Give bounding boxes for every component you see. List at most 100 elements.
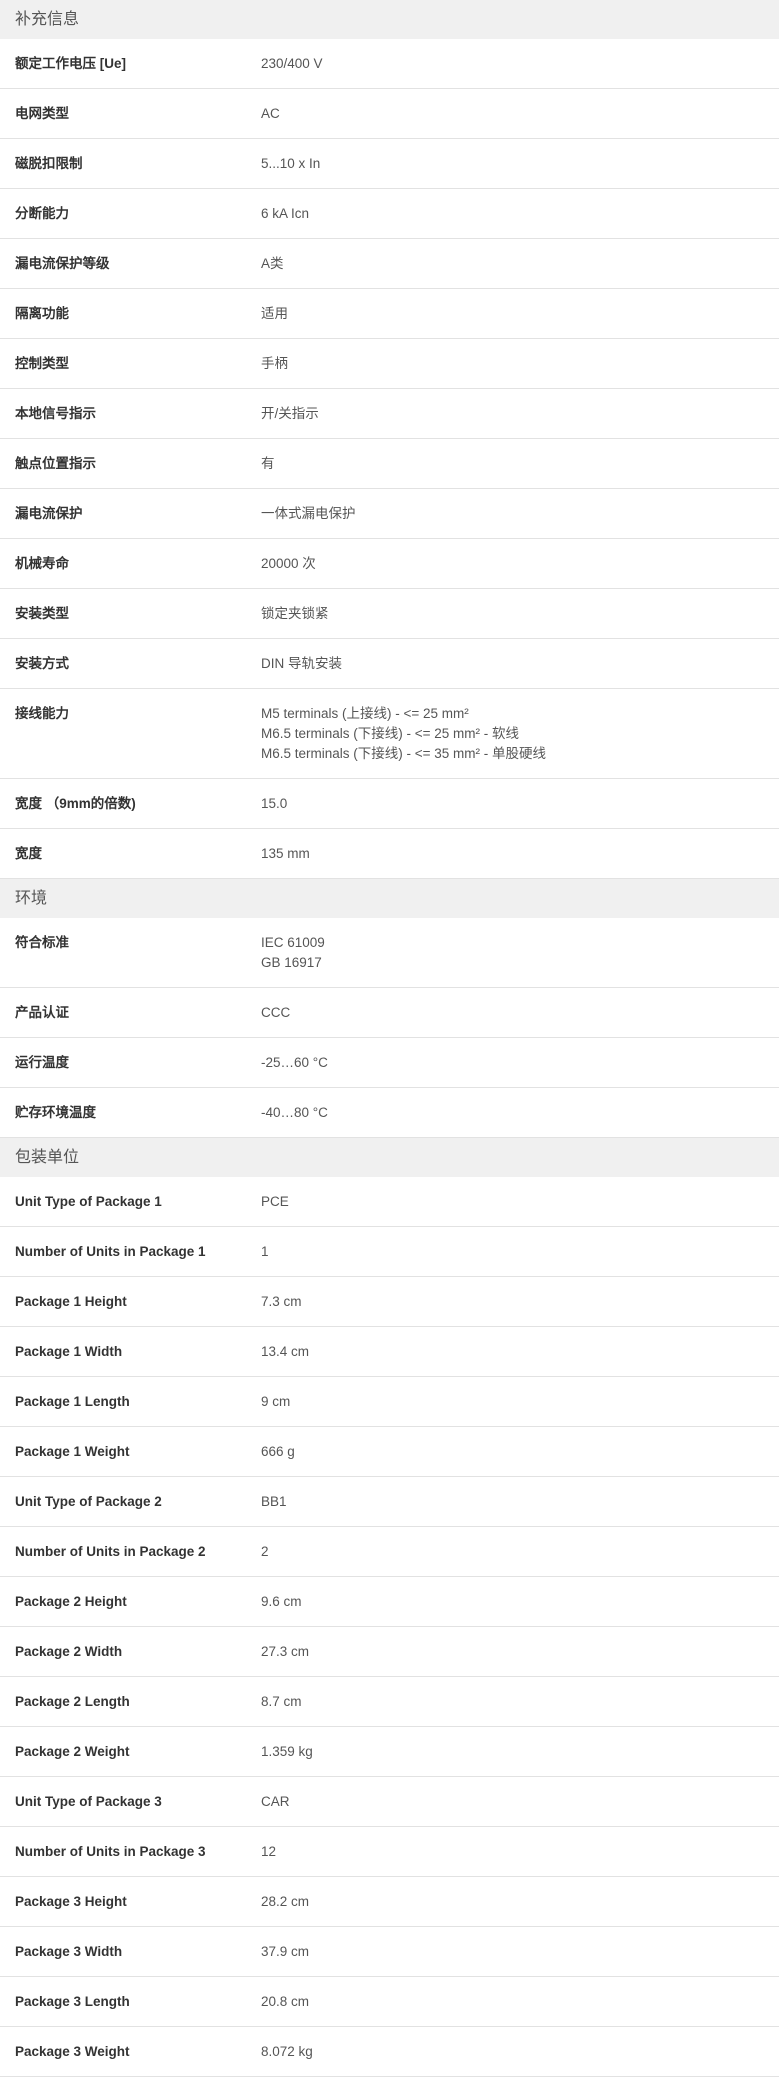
- spec-value: 230/400 V: [261, 54, 779, 74]
- spec-row: Package 2 Height 9.6 cm: [0, 1577, 779, 1627]
- spec-row: 产品认证 CCC: [0, 988, 779, 1038]
- spec-value-line: GB 16917: [261, 955, 322, 970]
- spec-row: Number of Units in Package 2 2: [0, 1527, 779, 1577]
- spec-value: 666 g: [261, 1442, 779, 1462]
- spec-value: 12: [261, 1842, 779, 1862]
- spec-label: 漏电流保护: [15, 506, 83, 521]
- spec-value-line: 8.072 kg: [261, 2044, 313, 2059]
- spec-row: 本地信号指示 开/关指示: [0, 389, 779, 439]
- spec-value-line: 666 g: [261, 1444, 295, 1459]
- spec-label: 贮存环境温度: [15, 1105, 96, 1120]
- spec-label: Number of Units in Package 1: [15, 1244, 206, 1259]
- spec-value: 28.2 cm: [261, 1892, 779, 1912]
- spec-row: Unit Type of Package 1 PCE: [0, 1177, 779, 1227]
- spec-row: Package 2 Width 27.3 cm: [0, 1627, 779, 1677]
- spec-row: Unit Type of Package 2 BB1: [0, 1477, 779, 1527]
- spec-value-line: AC: [261, 106, 280, 121]
- spec-row: 磁脱扣限制 5...10 x In: [0, 139, 779, 189]
- spec-label: Number of Units in Package 2: [15, 1544, 206, 1559]
- spec-row: Package 1 Length 9 cm: [0, 1377, 779, 1427]
- spec-value: 135 mm: [261, 844, 779, 864]
- spec-value-line: 1.359 kg: [261, 1744, 313, 1759]
- spec-value-line: 13.4 cm: [261, 1344, 310, 1359]
- spec-value-line: 手柄: [261, 356, 288, 371]
- spec-value-line: 9.6 cm: [261, 1594, 302, 1609]
- spec-value-line: 12: [261, 1844, 277, 1859]
- spec-label: 本地信号指示: [15, 406, 96, 421]
- spec-label: 隔离功能: [15, 306, 69, 321]
- spec-value-line: -40…80 °C: [261, 1105, 328, 1120]
- spec-value: 2: [261, 1542, 779, 1562]
- spec-label: 额定工作电压 [Ue]: [15, 56, 126, 71]
- spec-value: 手柄: [261, 354, 779, 374]
- spec-value-line: M6.5 terminals (下接线) - <= 35 mm² - 单股硬线: [261, 746, 547, 761]
- spec-value-line: 37.9 cm: [261, 1944, 310, 1959]
- spec-value-line: A类: [261, 256, 284, 271]
- spec-label: Package 1 Weight: [15, 1444, 130, 1459]
- spec-value: -40…80 °C: [261, 1103, 779, 1123]
- spec-label: 符合标准: [15, 935, 69, 950]
- spec-value: 13.4 cm: [261, 1342, 779, 1362]
- spec-value-line: 20000 次: [261, 556, 316, 571]
- spec-label: Unit Type of Package 3: [15, 1794, 162, 1809]
- spec-row: Package 2 Weight 1.359 kg: [0, 1727, 779, 1777]
- spec-label: 运行温度: [15, 1055, 69, 1070]
- spec-row: 额定工作电压 [Ue] 230/400 V: [0, 39, 779, 89]
- spec-label: 电网类型: [15, 106, 69, 121]
- spec-row: 符合标准 IEC 61009 GB 16917: [0, 918, 779, 988]
- spec-value: 一体式漏电保护: [261, 504, 779, 524]
- spec-value-line: 2: [261, 1544, 269, 1559]
- spec-label: 宽度: [15, 846, 42, 861]
- spec-value-line: 5...10 x In: [261, 156, 321, 171]
- spec-row: 接线能力 M5 terminals (上接线) - <= 25 mm² M6.5 t…: [0, 689, 779, 779]
- spec-label: Package 3 Weight: [15, 2044, 130, 2059]
- spec-label: Package 2 Length: [15, 1694, 130, 1709]
- spec-label: Package 2 Weight: [15, 1744, 130, 1759]
- spec-value-line: 28.2 cm: [261, 1894, 310, 1909]
- spec-value-line: 锁定夹锁紧: [261, 606, 329, 621]
- spec-value-line: 适用: [261, 306, 288, 321]
- spec-value-line: 9 cm: [261, 1394, 291, 1409]
- spec-value: 37.9 cm: [261, 1942, 779, 1962]
- spec-value: CCC: [261, 1003, 779, 1023]
- spec-value-line: 1: [261, 1244, 269, 1259]
- spec-value-line: 一体式漏电保护: [261, 506, 356, 521]
- spec-value-line: DIN 导轨安装: [261, 656, 342, 671]
- spec-value: 8.7 cm: [261, 1692, 779, 1712]
- spec-value-line: 7.3 cm: [261, 1294, 302, 1309]
- spec-label: Package 2 Width: [15, 1644, 123, 1659]
- spec-value-line: PCE: [261, 1194, 289, 1209]
- spec-value-line: 开/关指示: [261, 406, 319, 421]
- spec-value-line: BB1: [261, 1494, 287, 1509]
- spec-label: Package 1 Length: [15, 1394, 130, 1409]
- spec-value-line: 230/400 V: [261, 56, 323, 71]
- spec-value: CAR: [261, 1792, 779, 1812]
- spec-value-line: 6 kA Icn: [261, 206, 310, 221]
- spec-value-line: M5 terminals (上接线) - <= 25 mm²: [261, 706, 469, 721]
- spec-row: 控制类型 手柄: [0, 339, 779, 389]
- spec-value: IEC 61009 GB 16917: [261, 933, 779, 973]
- spec-row: Package 1 Width 13.4 cm: [0, 1327, 779, 1377]
- spec-row: 漏电流保护 一体式漏电保护: [0, 489, 779, 539]
- spec-value: 开/关指示: [261, 404, 779, 424]
- spec-label: 产品认证: [15, 1005, 69, 1020]
- spec-label: 安装类型: [15, 606, 69, 621]
- spec-row: Package 3 Height 28.2 cm: [0, 1877, 779, 1927]
- spec-row: 漏电流保护等级 A类: [0, 239, 779, 289]
- spec-value: 适用: [261, 304, 779, 324]
- spec-label: Unit Type of Package 2: [15, 1494, 162, 1509]
- spec-value-line: 有: [261, 456, 275, 471]
- spec-label: 接线能力: [15, 706, 69, 721]
- section-header: 补充信息: [0, 0, 779, 39]
- spec-value: 有: [261, 454, 779, 474]
- spec-value: 锁定夹锁紧: [261, 604, 779, 624]
- spec-label: Unit Type of Package 1: [15, 1194, 162, 1209]
- spec-row: Number of Units in Package 3 12: [0, 1827, 779, 1877]
- spec-value: 1: [261, 1242, 779, 1262]
- section-header: 环境: [0, 879, 779, 918]
- spec-value: 1.359 kg: [261, 1742, 779, 1762]
- spec-value: 7.3 cm: [261, 1292, 779, 1312]
- spec-value: 6 kA Icn: [261, 204, 779, 224]
- spec-value: AC: [261, 104, 779, 124]
- spec-value-line: CCC: [261, 1005, 291, 1020]
